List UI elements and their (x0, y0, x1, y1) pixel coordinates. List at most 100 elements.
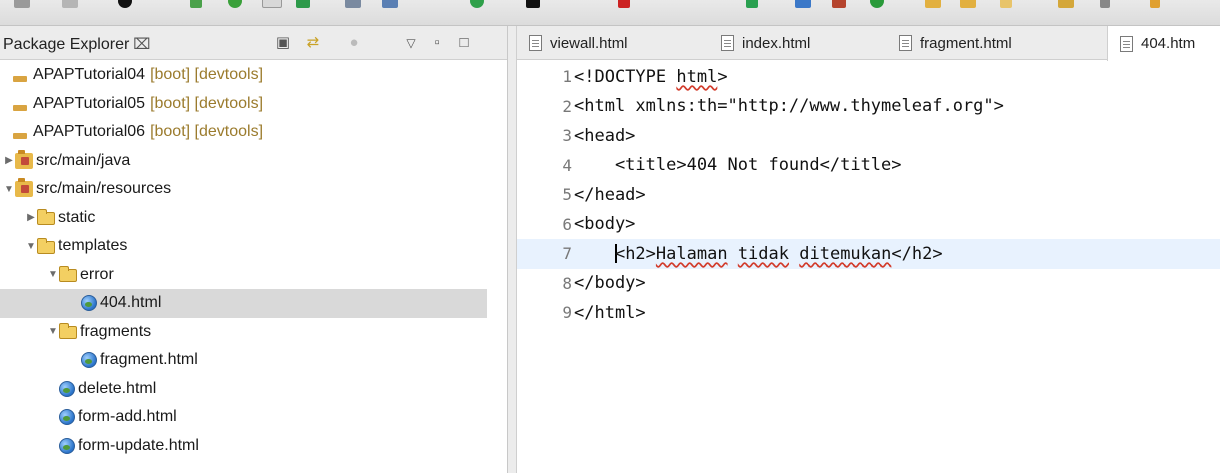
toolbar-icon[interactable] (925, 0, 941, 8)
code-line[interactable]: 8 </body> (517, 269, 1220, 299)
tree-item[interactable]: form-add.html (0, 403, 507, 432)
tree-item[interactable]: APAPTutorial06 [boot] [devtools] (0, 118, 507, 147)
code-text: </html> (572, 303, 646, 323)
html-file-icon (1120, 35, 1133, 52)
tree-item-label: templates (58, 237, 128, 255)
editor-area: viewall.html index.html fragment.html 404.h… (516, 26, 1220, 473)
toolbar-icon[interactable] (960, 0, 976, 8)
close-view-icon[interactable]: ⌧ (133, 36, 150, 53)
toolbar-icon[interactable] (470, 0, 484, 8)
project-icon (12, 124, 30, 140)
toolbar-icon[interactable] (526, 0, 540, 8)
toolbar-icon[interactable] (14, 0, 30, 8)
toolbar-icon[interactable] (345, 0, 361, 8)
line-number: 2 (562, 96, 572, 116)
code-line[interactable]: 7 <h2>Halaman tidak ditemukan</h2> (517, 239, 1220, 269)
code-line[interactable]: 9 </html> (517, 298, 1220, 328)
spelling-error: Halaman (655, 243, 728, 264)
toolbar-icon[interactable] (118, 0, 132, 8)
folder-icon (59, 266, 77, 283)
editor-tab[interactable]: fragment.html (887, 26, 1012, 60)
view-tab-package-explorer[interactable]: Package Explorer ⌧ (3, 35, 151, 54)
maximize-view-icon[interactable]: □ (455, 34, 473, 52)
toolbar-icon[interactable] (382, 0, 398, 8)
code-token: <body> (574, 214, 636, 235)
code-token: <html xmlns:th="http://www.thymeleaf.org… (574, 96, 1004, 117)
code-token: > (717, 66, 728, 87)
toolbar-icon[interactable] (228, 0, 242, 8)
toolbar-icon[interactable] (618, 0, 630, 8)
view-menu-icon[interactable]: ▽ (402, 34, 420, 52)
source-folder-icon (15, 178, 33, 198)
line-number: 8 (562, 273, 572, 293)
tree-item-label: APAPTutorial06 (33, 123, 146, 141)
tree-item-decoration: [boot] [devtools] (150, 66, 264, 84)
code-line[interactable]: 2 <html xmlns:th="http://www.thymeleaf.or… (517, 92, 1220, 122)
toolbar-icon[interactable] (262, 0, 282, 8)
toolbar-icon[interactable] (1100, 0, 1110, 8)
toolbar-icon[interactable] (1000, 0, 1012, 8)
tree-item-label: fragment.html (100, 351, 198, 369)
tree-item[interactable]: ▶ static (0, 204, 507, 233)
code-editor[interactable]: 1 <!DOCTYPE html> 2 <html xmlns:th="http://… (517, 62, 1220, 328)
toolbar-icon[interactable] (746, 0, 758, 8)
tree-item[interactable]: fragment.html (0, 346, 507, 375)
collapsed-twisty-icon[interactable]: ▶ (25, 212, 37, 223)
toolbar-icon[interactable] (62, 0, 78, 8)
tree-item[interactable]: ▶ src/main/java (0, 147, 507, 176)
expanded-twisty-icon[interactable]: ▼ (47, 326, 59, 337)
toolbar-icon[interactable] (296, 0, 310, 8)
line-number: 5 (562, 185, 572, 205)
toolbar-icon[interactable] (190, 0, 202, 8)
collapse-all-icon[interactable]: ▣ (274, 34, 292, 52)
tree-item[interactable]: 404.html (0, 289, 487, 318)
editor-tab-label: viewall.html (550, 34, 628, 52)
tree-item-label: delete.html (78, 379, 157, 397)
minimize-view-icon[interactable]: ▫ (428, 34, 446, 52)
code-line[interactable]: 4 <title>404 Not found</title> (517, 151, 1220, 181)
package-explorer-view: Package Explorer ⌧ ▣ ⇄ ● ▽ ▫ □ APAPTutori… (0, 26, 508, 473)
tree-item[interactable]: ▼ src/main/resources (0, 175, 507, 204)
code-line[interactable]: 1 <!DOCTYPE html> (517, 62, 1220, 92)
tree-item[interactable]: form-update.html (0, 432, 507, 461)
tree-item[interactable]: ▼ fragments (0, 318, 507, 347)
expanded-twisty-icon[interactable]: ▼ (25, 241, 37, 252)
focus-task-icon[interactable]: ● (345, 34, 363, 52)
tree-item-decoration: [boot] [devtools] (150, 123, 264, 141)
code-line[interactable]: 3 <head> (517, 121, 1220, 151)
tree-item-label: form-update.html (78, 436, 199, 454)
toolbar-icon[interactable] (795, 0, 811, 8)
toolbar-icon[interactable] (832, 0, 846, 8)
code-line[interactable]: 5 </head> (517, 180, 1220, 210)
editor-tab[interactable]: 404.htm (1107, 26, 1220, 61)
code-token: <h2> (614, 243, 656, 264)
tree-item[interactable]: delete.html (0, 375, 507, 404)
tree-item-decoration: [boot] [devtools] (150, 94, 264, 112)
html-file-icon (59, 380, 75, 397)
code-text: <head> (572, 126, 635, 146)
tree-item[interactable]: ▼ error (0, 261, 507, 290)
expanded-twisty-icon[interactable]: ▼ (3, 184, 15, 195)
view-title: Package Explorer (3, 36, 130, 53)
toolbar-icon[interactable] (1150, 0, 1160, 8)
tree-item[interactable]: ▼ templates (0, 232, 507, 261)
collapsed-twisty-icon[interactable]: ▶ (3, 155, 15, 166)
code-line[interactable]: 6 <body> (517, 210, 1220, 240)
editor-tab[interactable]: index.html (709, 26, 810, 60)
editor-tabs: viewall.html index.html fragment.html 404.h… (517, 26, 1220, 61)
expanded-twisty-icon[interactable]: ▼ (47, 269, 59, 280)
editor-tab[interactable]: viewall.html (517, 26, 628, 60)
html-file-icon (81, 352, 97, 369)
source-folder-icon (15, 149, 33, 169)
link-with-editor-icon[interactable]: ⇄ (304, 34, 322, 52)
toolbar-icon[interactable] (870, 0, 884, 8)
code-token: </html> (574, 302, 646, 323)
line-number: 1 (562, 67, 572, 87)
toolbar-icon[interactable] (1058, 0, 1074, 8)
tree-item[interactable]: APAPTutorial04 [boot] [devtools] (0, 61, 507, 90)
code-text: <h2>Halaman tidak ditemukan</h2> (572, 243, 943, 264)
tree-item[interactable]: APAPTutorial05 [boot] [devtools] (0, 90, 507, 119)
code-token: </body> (574, 273, 646, 294)
